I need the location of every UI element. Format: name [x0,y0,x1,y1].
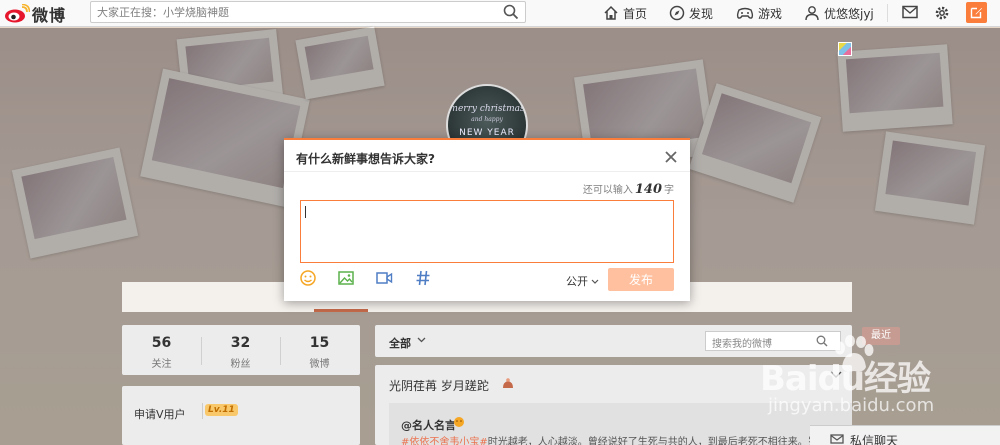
avatar-text: merry christmas [449,104,525,114]
stat-following[interactable]: 56 关注 [122,335,201,370]
vcard-divider [202,403,203,419]
stat-label: 微博 [309,359,330,370]
gamepad-icon [736,7,754,19]
emoji-icon [454,417,464,427]
weibo-logo[interactable]: 微博 [4,3,67,25]
home-icon [604,5,618,20]
compass-icon [669,5,685,21]
weibo-logo-icon [5,4,30,23]
reposted-body: 时光越老，人心越淡。曾经说好了生死与共的人，到最后老死不相往来。岁月 [487,437,828,445]
avatar-text: NEW YEAR [459,128,515,138]
dialog-title: 有什么新鲜事想告诉大家? [296,152,435,166]
visibility-label: 公开 [566,275,588,288]
nav-discover[interactable]: 发现 [669,3,713,23]
chevron-down-icon [591,279,599,284]
image-icon[interactable] [337,269,355,287]
video-icon[interactable] [375,269,393,287]
logo-text: 微博 [32,5,67,25]
stat-value: 15 [309,335,330,351]
counter-suffix: 字 [664,185,674,196]
reposted-author-link[interactable]: @名人名言 [401,417,456,433]
feed-filter-all[interactable]: 全部 [389,335,411,351]
nav-home-label: 首页 [623,6,648,21]
baidu-jingyan-watermark: Baidu经验 jingyan.baidu.com [760,335,960,435]
publish-button[interactable]: 发布 [608,268,674,291]
close-icon[interactable] [664,150,678,164]
search-icon[interactable] [503,4,519,20]
topic-tag-link[interactable]: #依依不舍韦小宝# [401,437,488,445]
stat-weibo-count[interactable]: 15 微博 [280,335,359,370]
post-text: 光阴荏苒 岁月蹉跎 [389,379,489,393]
visibility-dropdown[interactable]: 公开 [566,273,599,289]
compose-icon [970,7,982,19]
nav-separator [887,4,888,22]
watermark-brand: Baidu经验 [760,359,931,399]
stat-followers[interactable]: 32 粉丝 [201,335,280,370]
avatar-text: and happy [471,116,503,123]
watermark-url: jingyan.baidu.com [768,395,935,416]
emoji-icon [503,378,513,388]
counter-value: 140 [634,182,662,197]
stat-label: 关注 [151,359,172,370]
global-search-box[interactable] [90,1,526,23]
topic-icon[interactable] [414,269,432,287]
stat-label: 粉丝 [230,359,251,370]
compose-dialog: 有什么新鲜事想告诉大家? 还可以输入 140 字 公开 发布 [284,138,690,301]
verification-card: 申请V用户 Lv.11 [122,386,360,445]
nav-user-label: 优悠悠jyj [824,6,874,21]
profile-tab-active-indicator [314,309,368,312]
stat-value: 56 [151,335,172,351]
global-search-input[interactable] [91,2,491,22]
profile-stats-card: 56 关注 32 粉丝 15 微博 [122,325,360,375]
character-counter: 还可以输入 140 字 [583,181,674,197]
chat-icon [830,434,844,444]
nav-user-profile[interactable]: 优悠悠jyj [804,3,874,23]
counter-prefix: 还可以输入 [582,185,633,196]
stat-value: 32 [230,335,251,351]
emoji-icon[interactable] [299,269,317,287]
dialog-divider [284,171,690,172]
nav-discover-label: 发现 [689,6,714,21]
chevron-down-icon[interactable] [417,337,426,343]
mail-icon[interactable] [902,5,918,19]
top-navigation-bar: 微博 首页 发现 游戏 优悠悠jyj [0,0,1000,27]
text-cursor [305,206,306,218]
apply-v-user-link[interactable]: 申请V用户 [134,406,186,422]
user-icon [805,6,819,21]
compose-button[interactable] [966,2,987,23]
gear-icon[interactable] [934,5,950,21]
nav-game[interactable]: 游戏 [736,3,782,23]
compose-textarea[interactable] [300,200,674,263]
nav-game-label: 游戏 [758,6,783,21]
change-skin-icon[interactable] [838,42,852,56]
nav-home[interactable]: 首页 [603,3,647,23]
level-badge[interactable]: Lv.11 [205,404,238,416]
